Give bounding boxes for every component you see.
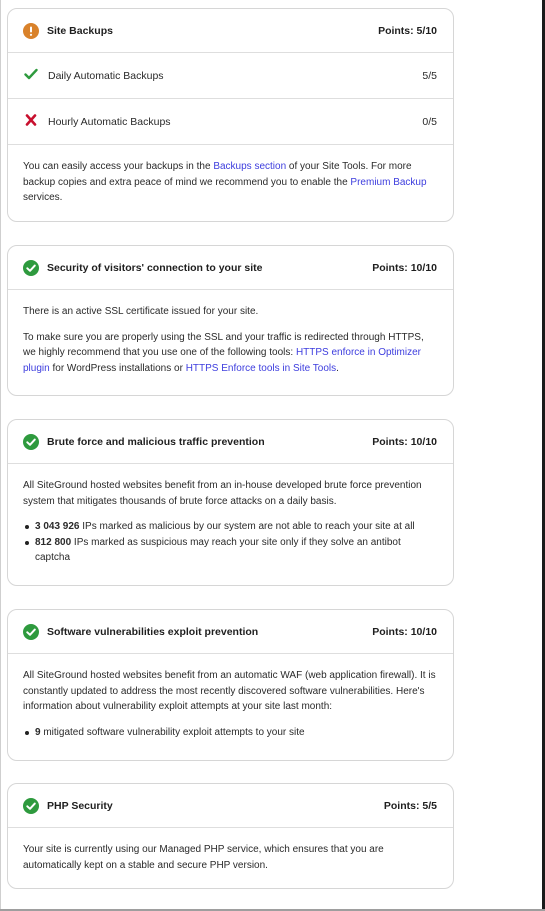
- stat-text: IPs marked as malicious by our system ar…: [79, 521, 415, 532]
- brute-force-stats: 3 043 926 IPs marked as malicious by our…: [23, 519, 437, 566]
- php-security-body: Your site is currently using our Managed…: [8, 828, 453, 887]
- card-points: Points: 10/10: [372, 625, 437, 638]
- vulnerability-body: All SiteGround hosted websites benefit f…: [8, 654, 453, 754]
- premium-backup-link[interactable]: Premium Backup: [350, 177, 426, 188]
- text-segment: .: [336, 362, 339, 374]
- backup-row-daily: Daily Automatic Backups 5/5: [8, 53, 453, 99]
- ssl-recommendation: To make sure you are properly using the …: [23, 330, 437, 377]
- waf-description: All SiteGround hosted websites benefit f…: [23, 670, 436, 712]
- card-title: PHP Security: [47, 799, 113, 812]
- site-backups-header: Site Backups Points: 5/10: [8, 9, 453, 53]
- text-segment: You can easily access your backups in th…: [23, 161, 214, 172]
- card-points: Points: 10/10: [372, 435, 437, 448]
- stat-number: 3 043 926: [35, 521, 80, 532]
- stat-number: 812 800: [35, 536, 72, 548]
- card-points: Points: 5/10: [378, 24, 437, 37]
- ssl-card: Security of visitors' connection to your…: [7, 245, 454, 396]
- waf-stats: 9 mitigated software vulnerability explo…: [23, 725, 437, 741]
- card-points: Points: 5/5: [383, 799, 437, 812]
- stat-text: IPs marked as suspicious may reach your …: [35, 536, 401, 564]
- site-backups-body: You can easily access your backups in th…: [8, 145, 453, 220]
- https-site-tools-link[interactable]: HTTPS Enforce tools in Site Tools: [186, 363, 336, 374]
- backups-section-link[interactable]: Backups section: [213, 161, 286, 172]
- list-item: 3 043 926 IPs marked as malicious by our…: [23, 519, 437, 535]
- checkmark-icon: [24, 68, 38, 83]
- check-circle-icon: [23, 259, 39, 276]
- ssl-header: Security of visitors' connection to your…: [8, 246, 453, 290]
- ssl-body: There is an active SSL certificate issue…: [8, 290, 453, 390]
- left-edge: [0, 0, 1, 911]
- card-title: Software vulnerabilities exploit prevent…: [47, 625, 259, 638]
- check-circle-icon: [23, 623, 39, 640]
- vulnerability-card: Software vulnerabilities exploit prevent…: [7, 609, 454, 761]
- list-item: 812 800 IPs marked as suspicious may rea…: [23, 535, 437, 566]
- vulnerability-header: Software vulnerabilities exploit prevent…: [8, 610, 453, 654]
- check-circle-icon: [23, 433, 39, 450]
- php-security-card: PHP Security Points: 5/5 Your site is cu…: [7, 783, 454, 889]
- php-description: Your site is currently using our Managed…: [23, 844, 384, 871]
- row-points: 5/5: [422, 69, 437, 82]
- card-title: Site Backups: [47, 24, 113, 37]
- stat-text: mitigated software vulnerability exploit…: [40, 726, 305, 738]
- text-segment: services.: [23, 192, 63, 203]
- check-circle-icon: [23, 797, 39, 814]
- cross-icon: [24, 114, 38, 129]
- backups-description: You can easily access your backups in th…: [23, 159, 437, 206]
- ssl-status-text: There is an active SSL certificate issue…: [23, 306, 259, 317]
- brute-force-body: All SiteGround hosted websites benefit f…: [8, 464, 453, 580]
- card-title: Brute force and malicious traffic preven…: [47, 435, 265, 448]
- exclamation-circle-icon: [23, 22, 39, 39]
- php-security-header: PHP Security Points: 5/5: [8, 784, 453, 828]
- card-points: Points: 10/10: [372, 261, 437, 274]
- row-label: Daily Automatic Backups: [48, 69, 164, 82]
- brute-force-card: Brute force and malicious traffic preven…: [7, 419, 454, 586]
- row-points: 0/5: [422, 115, 437, 128]
- text-segment: for WordPress installations or: [49, 362, 186, 374]
- brute-force-header: Brute force and malicious traffic preven…: [8, 420, 453, 464]
- brute-force-description: All SiteGround hosted websites benefit f…: [23, 480, 422, 507]
- backup-row-hourly: Hourly Automatic Backups 0/5: [8, 99, 453, 145]
- list-item: 9 mitigated software vulnerability explo…: [23, 725, 437, 741]
- site-backups-card: Site Backups Points: 5/10 Daily Automati…: [7, 8, 454, 222]
- card-title: Security of visitors' connection to your…: [47, 261, 263, 274]
- row-label: Hourly Automatic Backups: [48, 115, 171, 128]
